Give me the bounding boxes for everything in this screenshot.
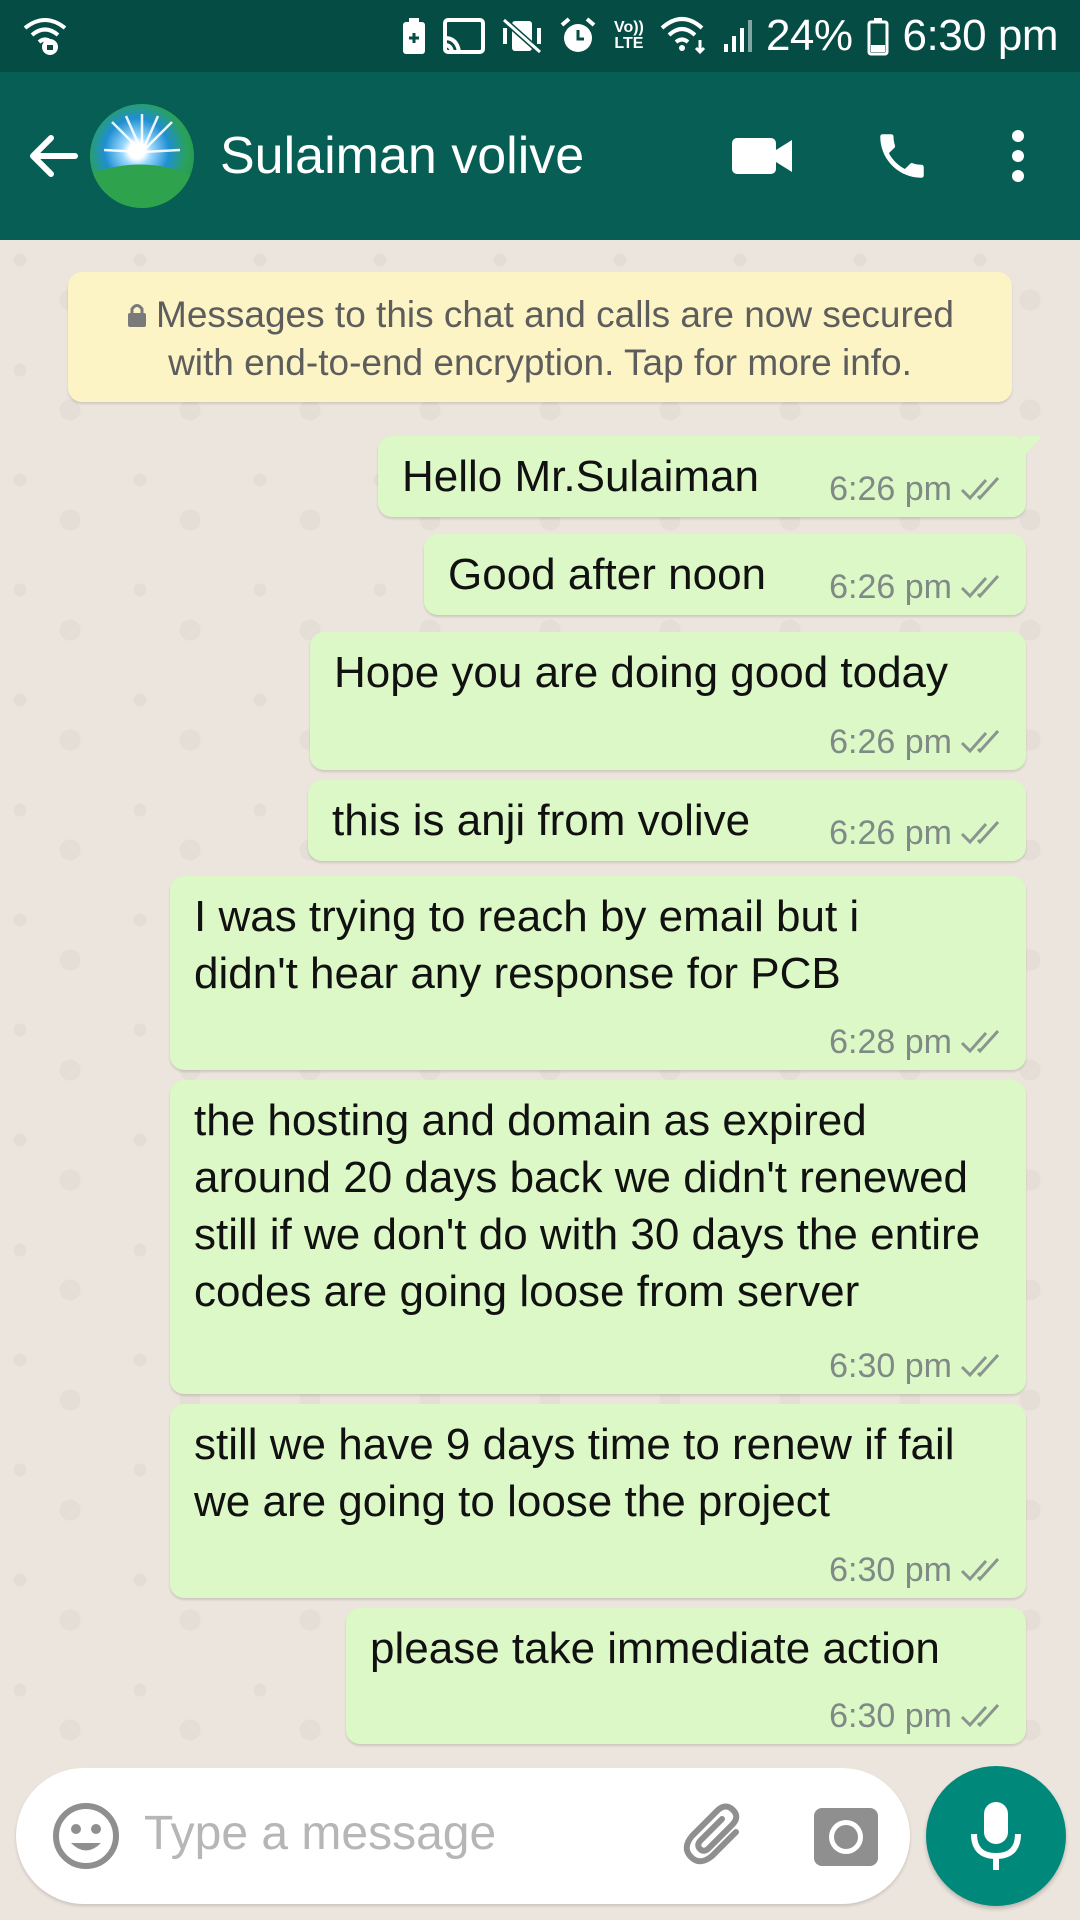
double-check-icon	[960, 476, 1000, 501]
microphone-icon	[971, 1802, 1021, 1870]
message-text: Hope you are doing good today	[334, 648, 949, 697]
chat-area[interactable]: Messages to this chat and calls are now …	[0, 240, 1080, 1765]
contact-name[interactable]: Sulaiman volive	[220, 126, 712, 186]
more-vert-icon	[1012, 130, 1024, 182]
message-time: 6:28 pm	[829, 1023, 952, 1061]
vibrate-mute-icon	[500, 16, 544, 56]
message-meta: 6:30 pm	[829, 1550, 1006, 1590]
bubble-tail	[1022, 436, 1042, 458]
back-button[interactable]	[18, 121, 88, 191]
cast-icon	[442, 16, 486, 56]
voice-record-button[interactable]	[926, 1766, 1066, 1906]
volte-indicator: Vo)) LTE	[613, 19, 644, 52]
battery-icon	[867, 16, 889, 56]
arrow-left-icon	[30, 135, 78, 177]
double-check-icon	[960, 1353, 1000, 1378]
message-bubble[interactable]: the hosting and domain as expired around…	[170, 1080, 1026, 1394]
message-bubble[interactable]: Good after noon 6:26 pm	[424, 534, 1026, 615]
status-bar: Vo)) LTE 24% 6:30 pm	[0, 0, 1080, 72]
more-options-button[interactable]	[968, 106, 1068, 206]
message-meta: 6:26 pm	[829, 567, 1006, 607]
double-check-icon	[960, 574, 1000, 599]
message-time: 6:26 pm	[829, 814, 952, 852]
message-meta: 6:30 pm	[829, 1346, 1006, 1386]
emoji-icon	[53, 1803, 119, 1869]
wifi-signal-icon	[660, 16, 708, 56]
message-meta: 6:26 pm	[829, 722, 1006, 762]
video-call-button[interactable]	[712, 106, 812, 206]
message-text: please take immediate action	[370, 1624, 940, 1673]
message-meta: 6:26 pm	[829, 469, 1006, 509]
chat-header: Sulaiman volive	[0, 72, 1080, 240]
double-check-icon	[960, 1557, 1000, 1582]
voice-call-button[interactable]	[852, 106, 952, 206]
message-time: 6:30 pm	[829, 1697, 952, 1735]
message-bubble[interactable]: this is anji from volive 6:26 pm	[308, 780, 1026, 861]
battery-percentage: 24%	[765, 11, 853, 60]
paperclip-icon	[683, 1803, 740, 1865]
message-time: 6:30 pm	[829, 1551, 952, 1589]
message-time: 6:26 pm	[829, 568, 952, 606]
message-bubble[interactable]: Hope you are doing good today 6:26 pm	[310, 632, 1026, 770]
avatar[interactable]	[90, 104, 194, 208]
lock-icon	[126, 294, 148, 340]
encryption-notice-text: Messages to this chat and calls are now …	[156, 294, 954, 384]
camera-button[interactable]	[806, 1796, 886, 1876]
alarm-icon	[558, 16, 598, 56]
message-composer[interactable]: Type a message	[16, 1768, 910, 1904]
message-text: still we have 9 days time to renew if fa…	[194, 1420, 955, 1526]
message-text: I was trying to reach by email but i did…	[194, 892, 860, 998]
message-meta: 6:26 pm	[829, 813, 1006, 853]
double-check-icon	[960, 1029, 1000, 1054]
attach-button[interactable]	[676, 1796, 756, 1876]
phone-icon	[880, 134, 924, 178]
encryption-notice[interactable]: Messages to this chat and calls are now …	[68, 272, 1012, 402]
message-text: the hosting and domain as expired around…	[194, 1096, 981, 1316]
double-check-icon	[960, 729, 1000, 754]
message-time: 6:26 pm	[829, 723, 952, 761]
message-time: 6:30 pm	[829, 1347, 952, 1385]
status-left	[22, 16, 68, 56]
video-camera-icon	[732, 138, 792, 174]
wifi-secure-icon	[22, 16, 68, 56]
emoji-button[interactable]	[46, 1796, 126, 1876]
cell-signal-icon	[722, 16, 752, 56]
double-check-icon	[960, 1703, 1000, 1728]
camera-icon	[814, 1808, 878, 1866]
status-right: Vo)) LTE 24% 6:30 pm	[400, 11, 1059, 61]
clock: 6:30 pm	[902, 11, 1059, 60]
message-bubble[interactable]: please take immediate action 6:30 pm	[346, 1608, 1026, 1744]
double-check-icon	[960, 820, 1000, 845]
battery-saver-icon	[400, 16, 428, 56]
message-time: 6:26 pm	[829, 470, 952, 508]
message-input[interactable]: Type a message	[144, 1806, 496, 1861]
message-meta: 6:30 pm	[829, 1696, 1006, 1736]
message-bubble[interactable]: still we have 9 days time to renew if fa…	[170, 1404, 1026, 1598]
message-bubble[interactable]: I was trying to reach by email but i did…	[170, 876, 1026, 1070]
message-bubble[interactable]: Hello Mr.Sulaiman 6:26 pm	[378, 436, 1042, 517]
message-meta: 6:28 pm	[829, 1022, 1006, 1062]
